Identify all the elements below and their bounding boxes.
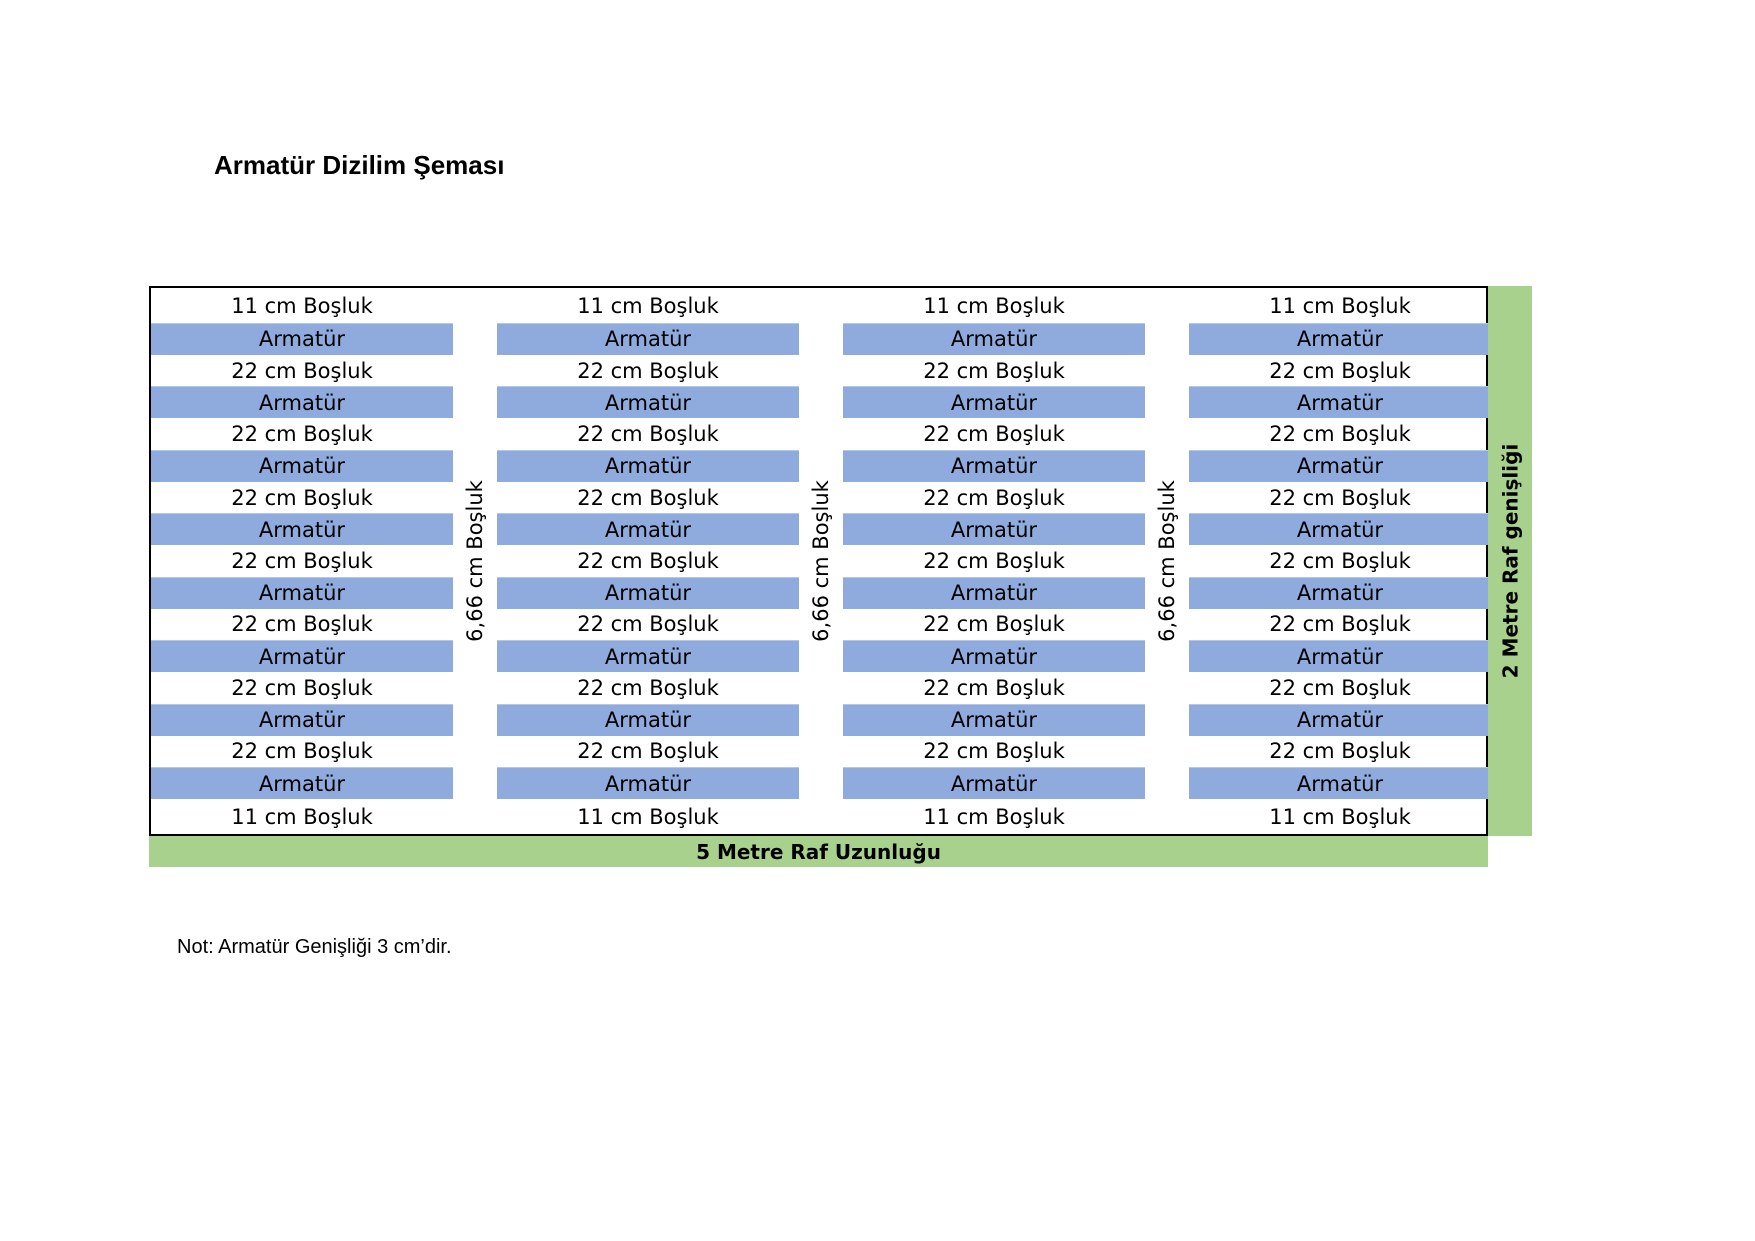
spacing-cell: 22 cm Boşluk: [1269, 612, 1411, 637]
spacing-cell: 22 cm Boşluk: [577, 422, 719, 447]
spacing-cell: 11 cm Boşluk: [577, 293, 719, 318]
spacing-cell: 11 cm Boşluk: [1269, 293, 1411, 318]
shelf-width-label: 2 Metre Raf genişliği: [1498, 443, 1522, 679]
fixture-cell: Armatür: [151, 576, 453, 609]
fixture-cell: Armatür: [151, 767, 453, 799]
fixture-cell: Armatür: [843, 576, 1145, 609]
spacing-cell: 22 cm Boşluk: [923, 358, 1065, 383]
fixture-cell: Armatür: [497, 449, 799, 482]
fixture-cell: Armatür: [1189, 513, 1491, 546]
fixture-cell: Armatür: [843, 513, 1145, 546]
spacing-cell: 22 cm Boşluk: [577, 675, 719, 700]
fixture-cell: Armatür: [151, 640, 453, 673]
spacing-cell: 22 cm Boşluk: [577, 739, 719, 764]
fixture-cell: Armatür: [151, 323, 453, 355]
fixture-cell: Armatür: [843, 323, 1145, 355]
fixture-cell: Armatür: [843, 386, 1145, 419]
spacing-cell: 11 cm Boşluk: [231, 293, 373, 318]
spacing-cell: 22 cm Boşluk: [1269, 675, 1411, 700]
spacing-cell: 22 cm Boşluk: [923, 739, 1065, 764]
fixture-cell: Armatür: [1189, 576, 1491, 609]
spacing-cell: 22 cm Boşluk: [1269, 739, 1411, 764]
fixture-cell: Armatür: [843, 449, 1145, 482]
spacing-cell: 22 cm Boşluk: [577, 612, 719, 637]
fixture-cell: Armatür: [1189, 767, 1491, 799]
fixture-cell: Armatür: [1189, 703, 1491, 736]
fixture-cell: Armatür: [497, 703, 799, 736]
spacing-cell: 22 cm Boşluk: [1269, 548, 1411, 573]
fixture-cell: Armatür: [1189, 640, 1491, 673]
spacing-cell: 22 cm Boşluk: [231, 422, 373, 447]
fixture-cell: Armatür: [843, 703, 1145, 736]
column-gap-label: 6,66 cm Boşluk: [809, 480, 833, 642]
page-title: Armatür Dizilim Şeması: [214, 150, 505, 180]
spacing-cell: 22 cm Boşluk: [923, 422, 1065, 447]
column-gap: 6,66 cm Boşluk: [453, 288, 497, 834]
spacing-cell: 22 cm Boşluk: [577, 548, 719, 573]
column-gap-label: 6,66 cm Boşluk: [1155, 480, 1179, 642]
shelf-width-bar: 2 Metre Raf genişliği: [1488, 286, 1532, 836]
spacing-cell: 22 cm Boşluk: [1269, 485, 1411, 510]
shelf-length-bar: 5 Metre Raf Uzunluğu: [149, 836, 1488, 867]
spacing-cell: 11 cm Boşluk: [923, 804, 1065, 829]
column-gap: 6,66 cm Boşluk: [799, 288, 843, 834]
fixture-cell: Armatür: [497, 323, 799, 355]
fixture-cell: Armatür: [497, 640, 799, 673]
fixture-column: 11 cm Boşluk Armatür 22 cm Boşluk Armatür 22…: [151, 288, 453, 834]
fixture-column: 11 cm Boşluk Armatür 22 cm Boşluk Armatür 22…: [497, 288, 799, 834]
spacing-cell: 11 cm Boşluk: [577, 804, 719, 829]
spacing-cell: 22 cm Boşluk: [231, 739, 373, 764]
spacing-cell: 11 cm Boşluk: [231, 804, 373, 829]
spacing-cell: 22 cm Boşluk: [231, 358, 373, 383]
spacing-cell: 22 cm Boşluk: [231, 612, 373, 637]
note-text: Not: Armatür Genişliği 3 cm’dir.: [177, 936, 452, 958]
column-gap-label: 6,66 cm Boşluk: [463, 480, 487, 642]
spacing-cell: 22 cm Boşluk: [231, 675, 373, 700]
fixture-cell: Armatür: [151, 449, 453, 482]
fixture-cell: Armatür: [151, 703, 453, 736]
fixture-cell: Armatür: [497, 513, 799, 546]
spacing-cell: 22 cm Boşluk: [231, 485, 373, 510]
shelf-diagram: 11 cm Boşluk Armatür 22 cm Boşluk Armatür 22…: [149, 286, 1491, 836]
fixture-cell: Armatür: [497, 576, 799, 609]
spacing-cell: 11 cm Boşluk: [1269, 804, 1411, 829]
fixture-cell: Armatür: [497, 767, 799, 799]
fixture-cell: Armatür: [1189, 323, 1491, 355]
fixture-cell: Armatür: [151, 513, 453, 546]
fixture-column: 11 cm Boşluk Armatür 22 cm Boşluk Armatür 22…: [1189, 288, 1491, 834]
fixture-cell: Armatür: [151, 386, 453, 419]
fixture-cell: Armatür: [1189, 449, 1491, 482]
spacing-cell: 22 cm Boşluk: [923, 675, 1065, 700]
spacing-cell: 22 cm Boşluk: [577, 485, 719, 510]
fixture-column: 11 cm Boşluk Armatür 22 cm Boşluk Armatür 22…: [843, 288, 1145, 834]
spacing-cell: 22 cm Boşluk: [1269, 422, 1411, 447]
column-gap: 6,66 cm Boşluk: [1145, 288, 1189, 834]
fixture-cell: Armatür: [843, 640, 1145, 673]
fixture-cell: Armatür: [843, 767, 1145, 799]
spacing-cell: 11 cm Boşluk: [923, 293, 1065, 318]
fixture-cell: Armatür: [1189, 386, 1491, 419]
spacing-cell: 22 cm Boşluk: [923, 485, 1065, 510]
spacing-cell: 22 cm Boşluk: [923, 548, 1065, 573]
spacing-cell: 22 cm Boşluk: [577, 358, 719, 383]
spacing-cell: 22 cm Boşluk: [923, 612, 1065, 637]
spacing-cell: 22 cm Boşluk: [231, 548, 373, 573]
spacing-cell: 22 cm Boşluk: [1269, 358, 1411, 383]
fixture-cell: Armatür: [497, 386, 799, 419]
